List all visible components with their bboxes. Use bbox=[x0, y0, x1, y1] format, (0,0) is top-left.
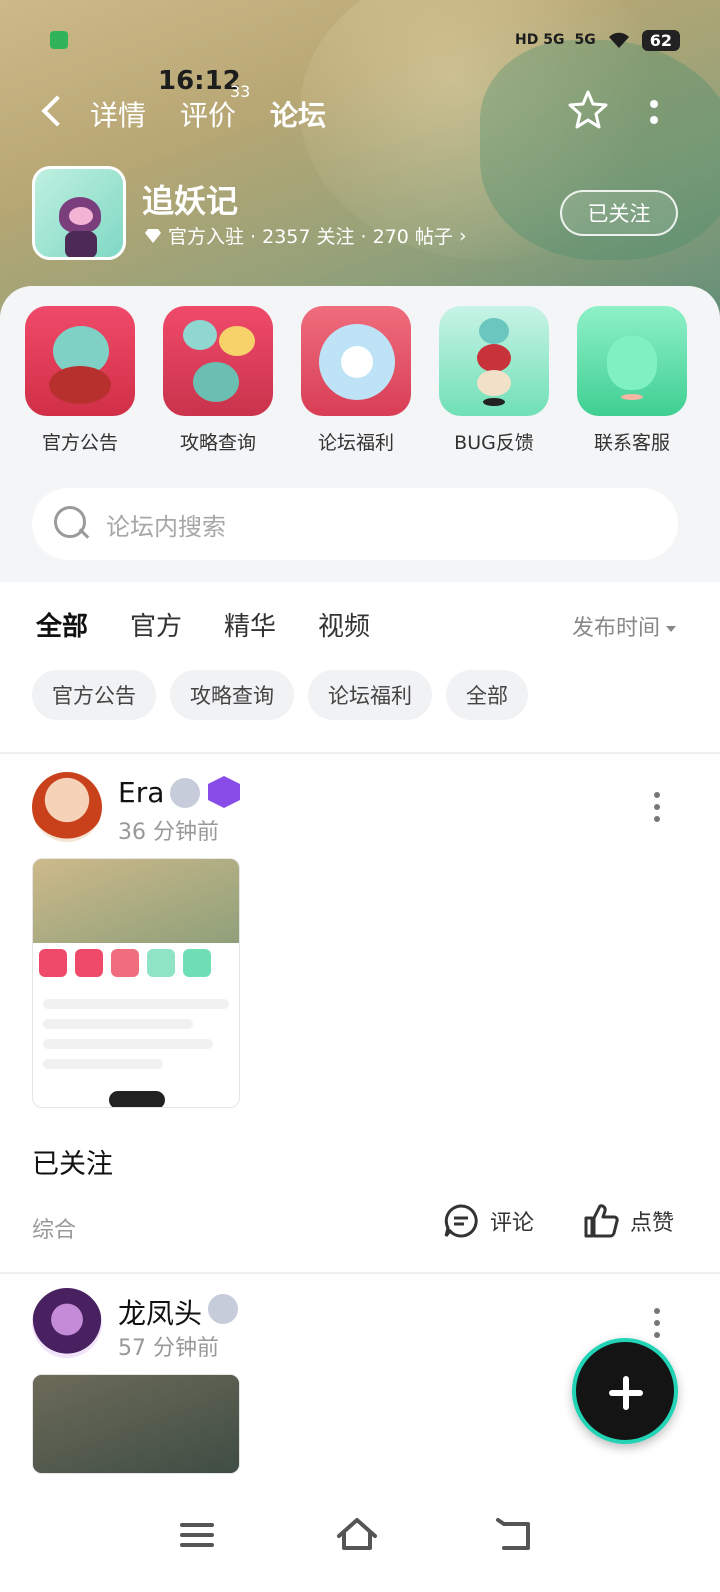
shortcut-label: BUG反馈 bbox=[454, 432, 534, 454]
sort-dropdown[interactable]: 发布时间 bbox=[572, 610, 677, 642]
comment-label: 评论 bbox=[490, 1211, 535, 1236]
signal-icon: 5G bbox=[574, 32, 596, 48]
filter-tabs: 全部 官方 精华 视频 发布时间 bbox=[0, 582, 720, 662]
post-more-icon[interactable] bbox=[652, 790, 662, 822]
divider bbox=[0, 752, 720, 754]
search-icon bbox=[52, 504, 92, 544]
shortcut-icon bbox=[301, 306, 411, 416]
filter-tab-official[interactable]: 官方 bbox=[130, 606, 182, 643]
status-right: HD 5G 5G 62 bbox=[515, 29, 680, 51]
home-icon[interactable] bbox=[332, 1510, 382, 1560]
shortcut-official-notice[interactable]: 官方公告 bbox=[24, 306, 136, 455]
shortcut-icon bbox=[163, 306, 273, 416]
shortcut-label: 攻略查询 bbox=[179, 432, 256, 454]
comment-button[interactable]: 评论 bbox=[442, 1202, 534, 1240]
game-icon[interactable] bbox=[32, 166, 126, 260]
category-chips: 官方公告 攻略查询 论坛福利 全部 bbox=[32, 670, 528, 720]
search-bar[interactable]: 论坛内搜索 bbox=[32, 488, 678, 560]
caret-down-icon bbox=[666, 626, 677, 632]
game-info: 追妖记 官方入驻 · 2357 关注 · 270 帖子 › 已关注 bbox=[32, 166, 692, 262]
post-more-icon[interactable] bbox=[652, 1306, 662, 1338]
tab-forum-label: 论坛 bbox=[270, 99, 327, 132]
tab-forum[interactable]: 论坛 bbox=[270, 94, 336, 138]
back-nav-icon[interactable] bbox=[490, 1510, 540, 1560]
post-username[interactable]: Era bbox=[118, 776, 164, 809]
battery-icon: 62 bbox=[641, 29, 680, 51]
top-nav: 详情 评价 33 论坛 bbox=[0, 82, 720, 138]
wifi-icon bbox=[608, 32, 629, 48]
search-placeholder: 论坛内搜索 bbox=[106, 512, 226, 541]
game-meta[interactable]: 官方入驻 · 2357 关注 · 270 帖子 › bbox=[144, 222, 467, 249]
level-badge-icon bbox=[170, 778, 200, 808]
chip-official-notice[interactable]: 官方公告 bbox=[32, 670, 156, 720]
chip-forum-benefits[interactable]: 论坛福利 bbox=[308, 670, 432, 720]
post-username[interactable]: 龙凤头 bbox=[118, 1292, 202, 1332]
chip-all[interactable]: 全部 bbox=[446, 670, 528, 720]
more-icon[interactable] bbox=[644, 94, 664, 130]
thumbs-up-icon bbox=[584, 1204, 619, 1238]
tab-reviews[interactable]: 评价 bbox=[180, 94, 236, 134]
post-image[interactable] bbox=[32, 1374, 240, 1474]
shortcut-label: 联系客服 bbox=[593, 432, 670, 454]
filter-tab-all[interactable]: 全部 bbox=[36, 606, 89, 647]
tab-details[interactable]: 详情 bbox=[90, 94, 146, 134]
gamer-badge-icon bbox=[208, 776, 240, 808]
shortcut-strategy[interactable]: 攻略查询 bbox=[162, 306, 274, 455]
shortcut-icon bbox=[439, 306, 549, 416]
star-icon[interactable] bbox=[566, 88, 610, 132]
menu-icon[interactable] bbox=[172, 1510, 222, 1560]
level-badge-icon bbox=[208, 1294, 238, 1324]
diamond-icon bbox=[145, 228, 161, 243]
back-button[interactable] bbox=[38, 92, 68, 132]
comment-icon bbox=[444, 1204, 478, 1238]
shortcut-icon bbox=[577, 306, 687, 416]
signal-icon: HD 5G bbox=[515, 32, 565, 48]
post-text[interactable]: 已关注 bbox=[32, 1142, 113, 1181]
avatar[interactable] bbox=[32, 772, 102, 842]
post-image[interactable] bbox=[32, 858, 240, 1108]
chip-strategy[interactable]: 攻略查询 bbox=[170, 670, 294, 720]
create-post-button[interactable] bbox=[572, 1338, 678, 1444]
divider bbox=[0, 1272, 720, 1274]
chevron-right-icon: › bbox=[458, 224, 467, 247]
app-notification-icon bbox=[50, 31, 68, 49]
system-nav-bar bbox=[0, 1486, 720, 1592]
status-bar: 16:12 HD 5G 5G 62 bbox=[40, 24, 680, 96]
game-title: 追妖记 bbox=[142, 182, 239, 220]
post-category: 综合 bbox=[32, 1218, 77, 1243]
shortcut-bug-report[interactable]: BUG反馈 bbox=[438, 306, 550, 455]
shortcut-contact-support[interactable]: 联系客服 bbox=[576, 306, 688, 455]
sort-label: 发布时间 bbox=[572, 616, 661, 641]
shortcut-forum-benefits[interactable]: 论坛福利 bbox=[300, 306, 412, 455]
follow-button[interactable]: 已关注 bbox=[560, 190, 678, 236]
shortcut-icon bbox=[25, 306, 135, 416]
like-label: 点赞 bbox=[630, 1211, 675, 1236]
shortcut-row: 官方公告 攻略查询 论坛福利 BUG反馈 联系客服 bbox=[0, 306, 720, 456]
filter-tab-featured[interactable]: 精华 bbox=[224, 606, 276, 643]
post-time: 57 分钟前 bbox=[118, 1336, 219, 1361]
game-meta-text: 官方入驻 · 2357 关注 · 270 帖子 bbox=[168, 226, 453, 248]
avatar[interactable] bbox=[32, 1288, 102, 1358]
filter-tab-label: 全部 bbox=[36, 612, 89, 642]
shortcut-label: 官方公告 bbox=[41, 432, 118, 454]
review-count-badge: 33 bbox=[230, 82, 251, 101]
post-item[interactable]: Era 36 分钟前 已关注 综合 评论 点赞 bbox=[0, 772, 720, 1272]
like-button[interactable]: 点赞 bbox=[582, 1202, 674, 1240]
post-time: 36 分钟前 bbox=[118, 820, 219, 845]
shortcut-label: 论坛福利 bbox=[317, 432, 394, 454]
game-banner: 16:12 HD 5G 5G 62 详情 评价 33 论坛 追妖记 官方入驻 ·… bbox=[0, 0, 720, 330]
filter-tab-video[interactable]: 视频 bbox=[318, 606, 370, 643]
